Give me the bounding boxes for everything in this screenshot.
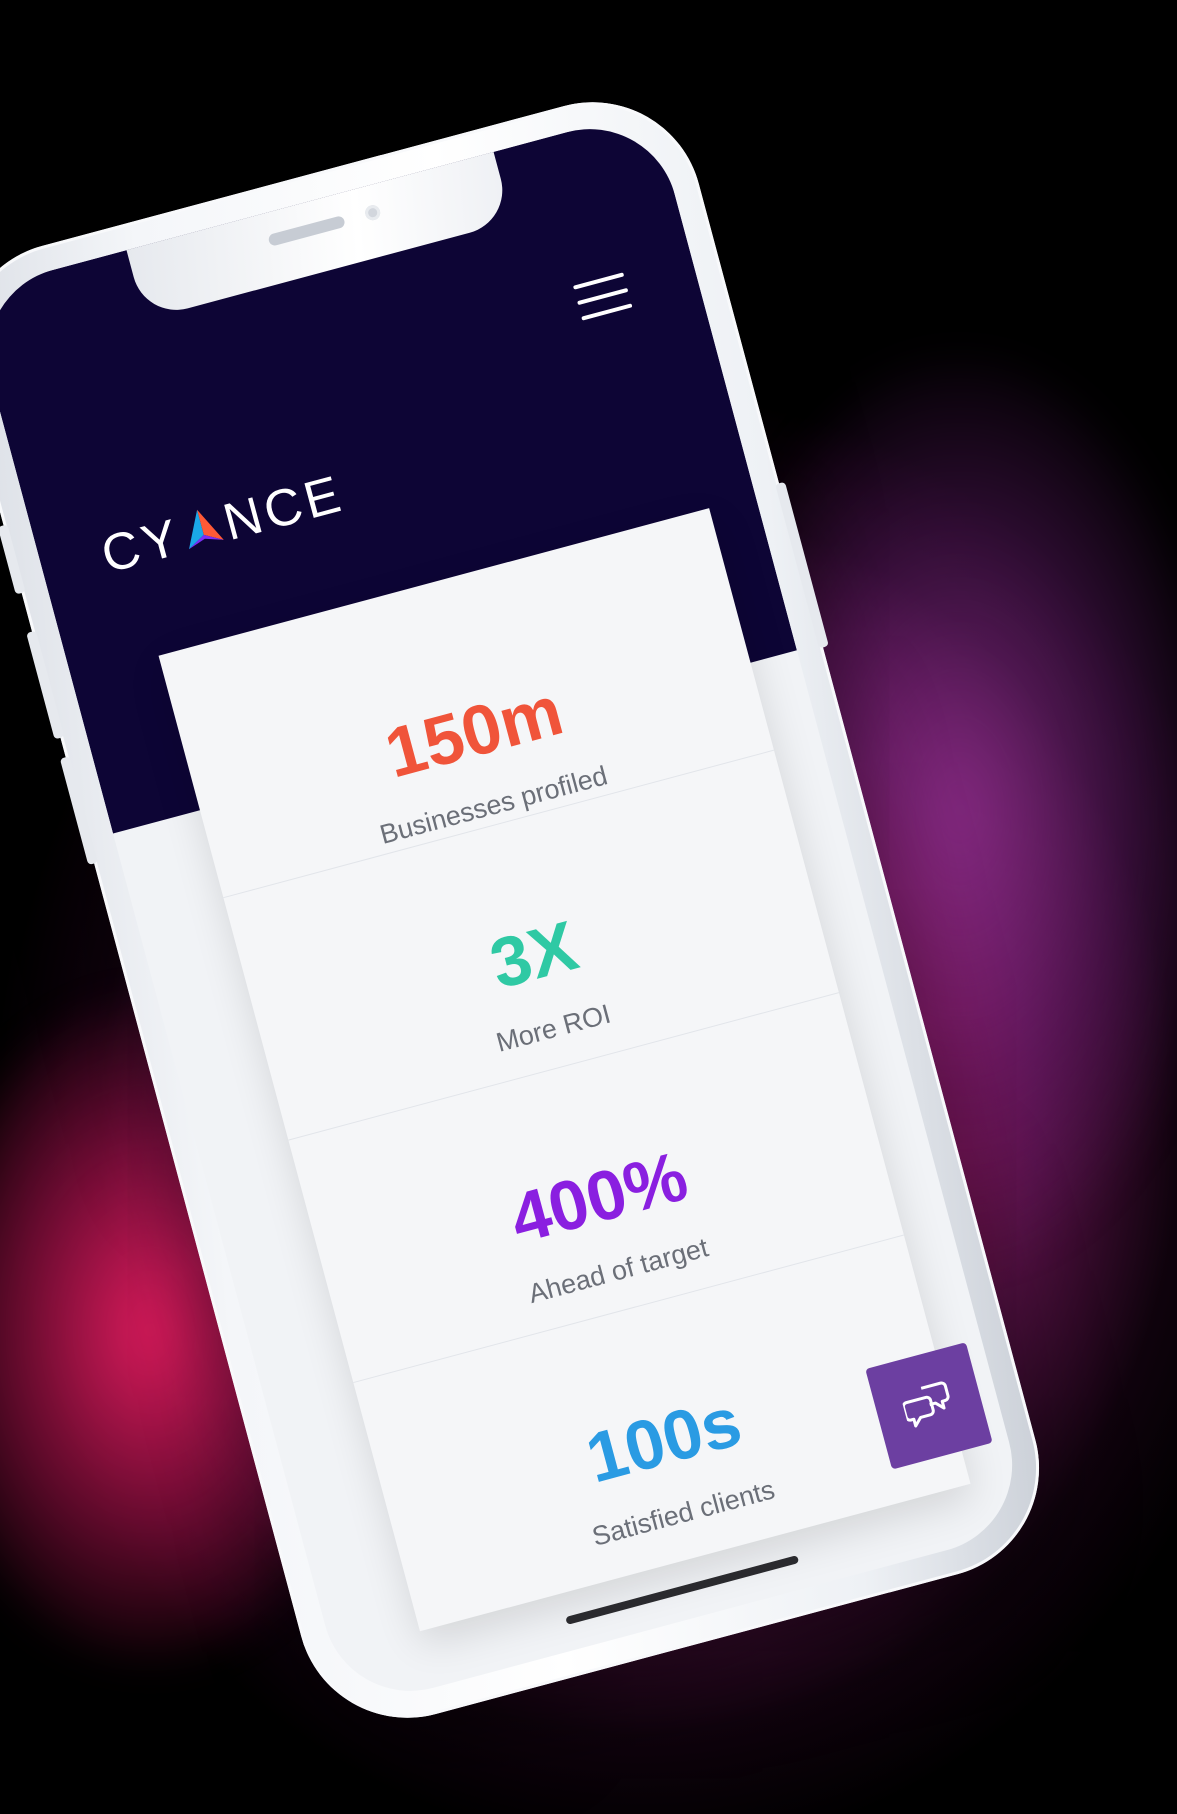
phone-camera	[363, 203, 382, 222]
phone-speaker	[267, 215, 346, 247]
menu-line	[577, 287, 629, 306]
promo-stage: CY NCE 150m Businesses profiled 3X More …	[0, 0, 1177, 1814]
phone-volume-down-button	[59, 756, 98, 866]
chat-bubbles-icon	[901, 1381, 950, 1428]
phone-volume-up-button	[26, 630, 65, 740]
phone-side-button	[0, 524, 26, 595]
